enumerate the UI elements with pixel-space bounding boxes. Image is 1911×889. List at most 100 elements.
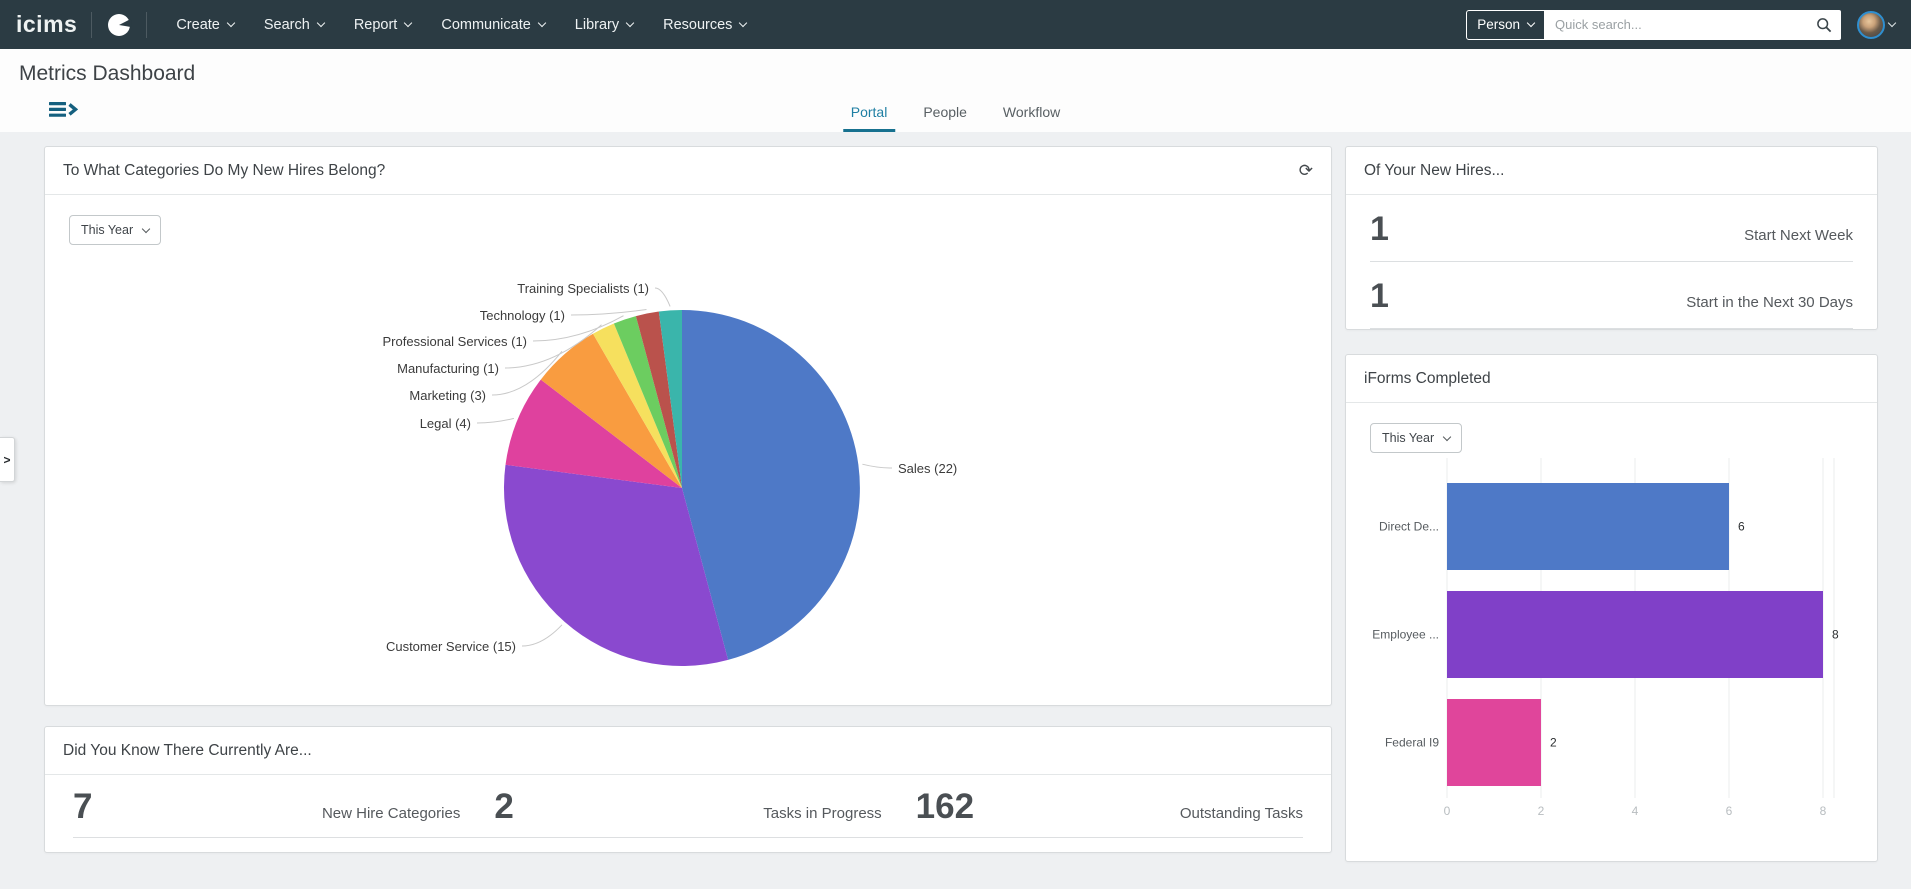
nav-right-group: Person — [1466, 9, 1897, 40]
categories-panel: To What Categories Do My New Hires Belon… — [44, 146, 1332, 706]
search-icon[interactable] — [1816, 17, 1832, 33]
stat-new-hire-categories: 7 New Hire Categories — [73, 789, 460, 824]
chevron-down-icon — [316, 18, 326, 27]
chevron-down-icon — [1442, 432, 1452, 442]
pie-label-leader-line — [521, 624, 563, 647]
stat-label: Start in the Next 30 Days — [1686, 294, 1853, 311]
refresh-icon[interactable]: ⟳ — [1299, 162, 1313, 179]
x-axis-tick-label: 2 — [1538, 804, 1545, 818]
nav-menu-create[interactable]: Create — [161, 0, 249, 49]
iforms-title: iForms Completed — [1364, 369, 1491, 387]
search-scope-label: Person — [1477, 17, 1520, 32]
categories-chart-area: This Year Sales (22) Customer Service (15… — [45, 195, 1331, 705]
left-panel-expand-tab[interactable]: > — [0, 437, 15, 482]
categories-panel-header: To What Categories Do My New Hires Belon… — [45, 147, 1331, 195]
bar-employee[interactable] — [1447, 591, 1823, 678]
avatar-chevron-icon[interactable] — [1887, 18, 1897, 27]
categories-period-value: This Year — [81, 223, 134, 237]
nav-menu-label: Report — [353, 16, 398, 33]
dashboard-tabs: Portal People Workflow — [842, 104, 1068, 132]
bar-category-label: Employee ... — [1372, 628, 1439, 642]
search-scope-dropdown[interactable]: Person — [1466, 9, 1545, 40]
top-nav: icims Create Search Report Communicate L… — [0, 0, 1911, 49]
tab-people[interactable]: People — [915, 104, 975, 132]
stat-label: Tasks in Progress — [763, 805, 882, 822]
categories-period-select[interactable]: This Year — [69, 215, 162, 245]
nav-menu-resources[interactable]: Resources — [648, 0, 761, 49]
quick-search-input[interactable] — [1545, 17, 1816, 32]
iforms-period-select[interactable]: This Year — [1370, 423, 1463, 453]
iforms-panel: iForms Completed This Year 0 2 4 6 8 Direct D… — [1345, 354, 1878, 862]
iforms-period-value: This Year — [1382, 431, 1435, 445]
pie-label-training-specialists: Training Specialists (1) — [517, 281, 649, 296]
pie-label-leader-line — [862, 463, 893, 469]
bar-category-label: Federal I9 — [1385, 736, 1439, 750]
nav-menu-communicate[interactable]: Communicate — [426, 0, 559, 49]
stat-label: New Hire Categories — [321, 805, 461, 822]
stat-label: Outstanding Tasks — [1179, 805, 1303, 822]
did-you-know-panel: Did You Know There Currently Are... 7 Ne… — [44, 726, 1332, 853]
stat-value: 162 — [915, 787, 975, 826]
right-column: Of Your New Hires... 1 Start Next Week 1… — [1345, 146, 1878, 862]
x-axis-tick-label: 4 — [1632, 804, 1639, 818]
bar-value-label: 2 — [1550, 736, 1557, 750]
new-hires-body: 1 Start Next Week 1 Start in the Next 30… — [1346, 195, 1877, 329]
chevron-down-icon — [739, 18, 748, 27]
avatar[interactable] — [1857, 10, 1885, 39]
new-hires-row-next-week: 1 Start Next Week — [1370, 195, 1853, 262]
page-title: Metrics Dashboard — [19, 62, 196, 85]
nav-menu-report[interactable]: Report — [339, 0, 427, 49]
pie-label-legal: Legal (4) — [420, 416, 471, 431]
chevron-down-icon — [625, 18, 635, 27]
bar-direct-de[interactable] — [1447, 483, 1729, 570]
iforms-chart-area: This Year 0 2 4 6 8 Direct De... 6 Employee ...… — [1346, 403, 1877, 861]
bar-category-label: Direct De... — [1379, 520, 1439, 534]
did-you-know-body: 7 New Hire Categories 2 Tasks in Progres… — [45, 775, 1331, 852]
nav-menu-label: Search — [263, 16, 310, 33]
nav-menu-label: Library — [574, 16, 620, 33]
menu-expand-icon[interactable] — [49, 101, 79, 123]
did-you-know-header: Did You Know There Currently Are... — [45, 727, 1331, 775]
stat-value: 2 — [494, 787, 514, 826]
nav-menu-label: Create — [176, 16, 220, 33]
stats-row: 7 New Hire Categories 2 Tasks in Progres… — [73, 789, 1303, 838]
nav-menu-library[interactable]: Library — [560, 0, 648, 49]
x-axis-tick-label: 8 — [1820, 804, 1827, 818]
pie-label-leader-line — [476, 417, 515, 424]
nav-divider — [146, 11, 148, 38]
new-hires-panel: Of Your New Hires... 1 Start Next Week 1… — [1345, 146, 1878, 330]
pie-label-manufacturing: Manufacturing (1) — [397, 361, 499, 376]
pie-label-leader-line — [570, 309, 647, 316]
icims-logo[interactable]: icims — [16, 13, 77, 36]
chevron-down-icon — [1526, 18, 1536, 27]
bar-federal-i9[interactable] — [1447, 699, 1541, 786]
new-hires-title: Of Your New Hires... — [1364, 161, 1505, 179]
chevron-down-icon — [226, 18, 236, 27]
bar-value-label: 6 — [1738, 520, 1745, 534]
pie-label-technology: Technology (1) — [480, 308, 565, 323]
quick-search-box — [1545, 9, 1841, 40]
chevron-down-icon — [141, 224, 151, 234]
new-hires-header: Of Your New Hires... — [1346, 147, 1877, 195]
chevron-down-icon — [537, 18, 547, 27]
left-column: To What Categories Do My New Hires Belon… — [44, 146, 1332, 853]
pie-chart: Sales (22) Customer Service (15) Legal (4)… — [383, 281, 957, 666]
stat-label: Start Next Week — [1744, 227, 1853, 244]
pie-label-sales: Sales (22) — [898, 461, 957, 476]
tab-workflow[interactable]: Workflow — [995, 104, 1068, 132]
pie-logo-icon[interactable] — [106, 12, 132, 38]
tab-portal[interactable]: Portal — [842, 104, 896, 132]
new-hires-row-30-days: 1 Start in the Next 30 Days — [1370, 262, 1853, 329]
stat-value: 7 — [73, 787, 93, 826]
iforms-header: iForms Completed — [1346, 355, 1877, 403]
dashboard-content: To What Categories Do My New Hires Belon… — [0, 132, 1911, 862]
nav-menu-label: Resources — [663, 16, 733, 33]
main-menu: Create Search Report Communicate Library… — [161, 0, 761, 49]
nav-menu-search[interactable]: Search — [249, 0, 339, 49]
x-axis-tick-label: 6 — [1726, 804, 1733, 818]
stat-tasks-in-progress: 2 Tasks in Progress — [494, 789, 881, 824]
pie-label-leader-line — [654, 287, 671, 307]
stat-value: 1 — [1370, 277, 1389, 315]
nav-divider — [91, 11, 93, 38]
stat-value: 1 — [1370, 210, 1389, 248]
